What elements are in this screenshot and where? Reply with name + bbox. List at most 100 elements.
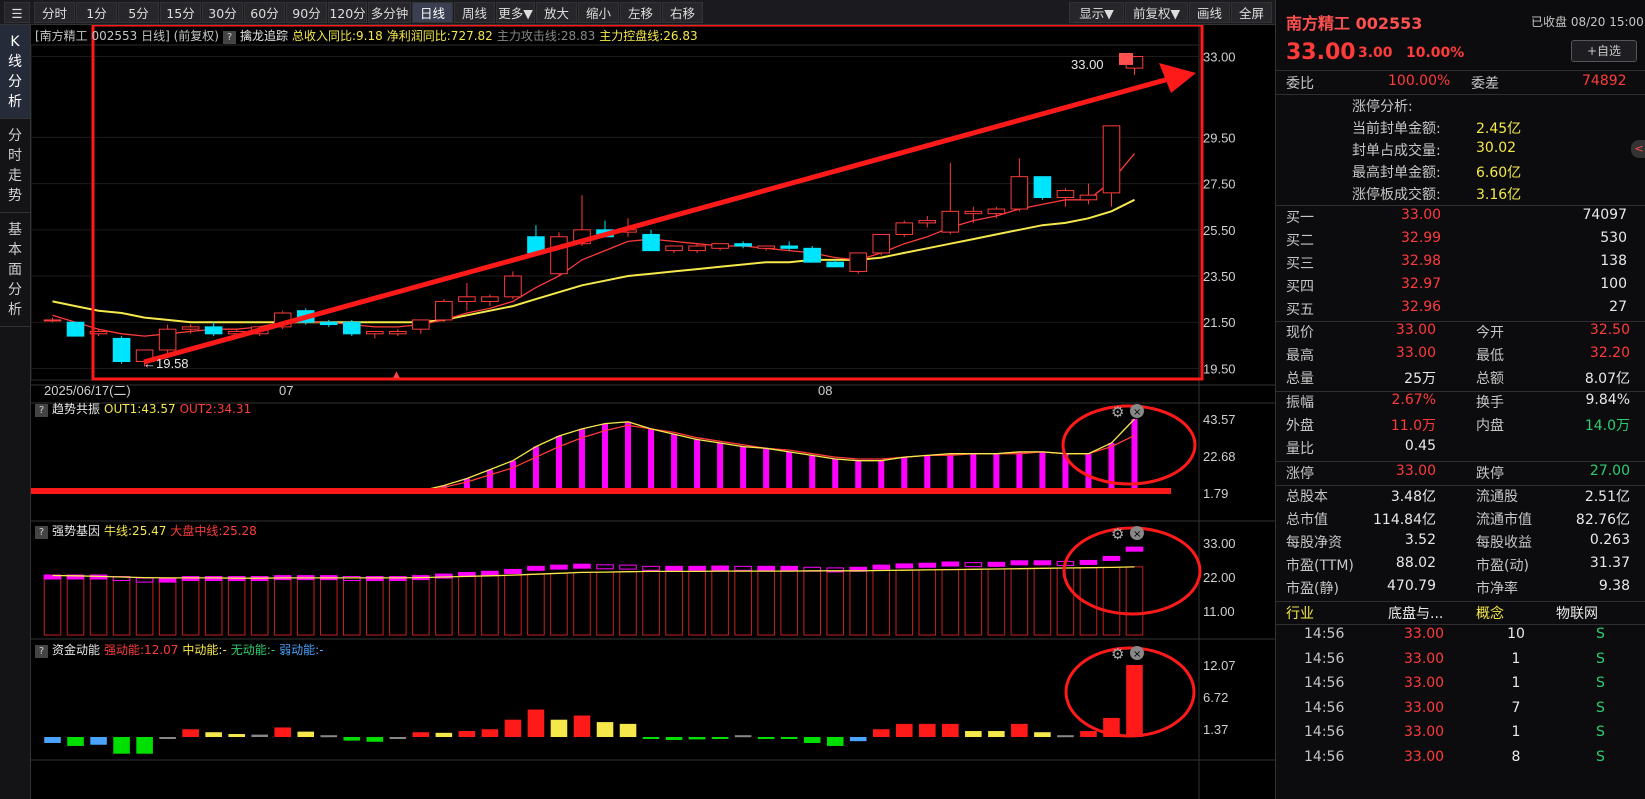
candle-body (319, 321, 338, 326)
indicator-param: OUT2:34.31 (179, 402, 252, 416)
panel4-bar (458, 731, 476, 737)
panel4-bar (596, 722, 614, 737)
panel3-bar (1033, 567, 1052, 636)
toolbar-btn-14[interactable]: 左移 (620, 2, 661, 23)
toolbar-btn-6[interactable]: 90分 (286, 2, 327, 23)
left-nav-tab-1[interactable]: 分时走势 (0, 119, 30, 213)
panel3-bar (895, 569, 914, 636)
toolbar-btn-0[interactable]: 分时 (34, 2, 75, 23)
panel3-bull-mark (596, 564, 614, 570)
toolbar-right-btn-2[interactable]: 画线 (1189, 2, 1230, 23)
toolbar-btn-2[interactable]: 5分 (118, 2, 159, 23)
chart-area: 33.00 ←19.58 33.00 29.50 27.50 25.50 23.50 21.5… (31, 25, 1275, 799)
help-icon[interactable]: ? (35, 404, 48, 417)
left-nav-tab-2[interactable]: 基本面分析 (0, 213, 30, 327)
industry-tab-0[interactable]: 行业 (1286, 603, 1314, 623)
bid-label: 买一 (1286, 210, 1314, 226)
toolbar-btn-12[interactable]: 放大 (536, 2, 577, 23)
panel3-bar (964, 568, 983, 636)
limit-row-label: 封单占成交量: (1352, 143, 1441, 159)
fund-label: 市盈(TTM) (1286, 558, 1354, 574)
stock-name: 南方精工 002553 (1286, 14, 1423, 33)
close-icon-glyph: × (1133, 529, 1141, 540)
toolbar-btn-9[interactable]: 日线 (412, 2, 453, 23)
help-icon[interactable]: ? (222, 31, 236, 44)
panel3-bull-mark (757, 565, 775, 571)
industry-tab-1[interactable]: 底盘与... (1388, 603, 1443, 623)
panel4-bar (711, 737, 729, 739)
toolbar-btn-11[interactable]: 更多▼ (496, 2, 535, 23)
toolbar-btn-7[interactable]: 120分 (328, 2, 367, 23)
toolbar-btn-5[interactable]: 60分 (244, 2, 285, 23)
toolbar-right-btn-1[interactable]: 前复权▼ (1125, 2, 1188, 23)
help-icon[interactable]: ? (35, 526, 48, 539)
limit-row-label: 涨停板成交额: (1352, 187, 1441, 203)
bid-price: 32.96 (1401, 299, 1442, 315)
tick-volume: 7 (1511, 699, 1521, 716)
stat-label: 现价 (1286, 325, 1314, 341)
menu-icon[interactable]: ☰ (4, 2, 30, 23)
toolbar-btn-15[interactable]: 右移 (662, 2, 703, 23)
panel4-bar (919, 723, 936, 737)
panel3-bar (458, 575, 476, 636)
panel3-bull-mark (550, 564, 568, 570)
candle-body (872, 233, 891, 254)
toolbar-right-btn-3[interactable]: 全屏 (1231, 2, 1272, 23)
add-favorite-button[interactable]: +自选 (1571, 40, 1637, 62)
panel2-bar (602, 423, 609, 493)
stat-value: 14.0万 (1584, 418, 1630, 434)
panel3-bull-mark (780, 565, 798, 571)
limit-price-value: 27.00 (1589, 463, 1630, 479)
toolbar-right-btn-0[interactable]: 显示▼ (1069, 2, 1124, 23)
panel2-bar (1108, 443, 1115, 493)
fund-label: 流通股 (1476, 489, 1518, 505)
candle-body (803, 247, 821, 263)
main-title: [南方精工 002553 日线] (前复权) (35, 29, 219, 43)
tick-price: 33.00 (1404, 724, 1445, 740)
panel3-bar (987, 568, 1006, 636)
industry-tab-3[interactable]: 物联网 (1556, 603, 1598, 623)
panel3-bar (319, 577, 338, 636)
current-price: 33.00 (1286, 40, 1356, 65)
panel3-bull-mark (918, 562, 937, 568)
toolbar-btn-8[interactable]: 多分钟 (368, 2, 411, 23)
bid-volume: 27 (1609, 299, 1627, 315)
panel3-bar (342, 577, 361, 636)
panel3-bull-mark (1125, 546, 1144, 552)
toolbar-btn-13[interactable]: 缩小 (578, 2, 619, 23)
panel3-bar (481, 575, 499, 636)
panel4-bar (320, 735, 338, 738)
panel3-bar (435, 576, 453, 636)
candle-body (504, 275, 522, 298)
toolbar-btn-3[interactable]: 15分 (160, 2, 201, 23)
toolbar-btn-1[interactable]: 1分 (76, 2, 117, 23)
help-icon[interactable]: ? (35, 645, 48, 658)
x-label: 2025/06/17(二) (44, 383, 131, 398)
candle-body (1010, 176, 1029, 210)
panel2-bar (901, 457, 908, 493)
candle-body (458, 296, 476, 302)
panel4-y-tick: 1.37 (1203, 722, 1228, 737)
stat-label: 换手 (1476, 395, 1504, 411)
tick-time: 14:56 (1304, 748, 1345, 765)
stat-label: 总量 (1286, 371, 1314, 387)
panel4-bar (942, 723, 959, 737)
candle-body (918, 220, 937, 224)
bid-label: 买四 (1286, 279, 1314, 295)
toolbar-btn-4[interactable]: 30分 (202, 2, 243, 23)
tick-time: 14:56 (1304, 699, 1345, 716)
candle-body (66, 321, 85, 337)
panel3-bull-mark (527, 565, 545, 571)
candle-body (734, 243, 752, 247)
panel4-bar (504, 719, 522, 737)
candle-body (849, 252, 868, 272)
collapse-arrow-icon[interactable]: < (1631, 140, 1645, 158)
candle-body (435, 300, 453, 321)
industry-tab-2[interactable]: 概念 (1476, 603, 1504, 623)
fund-label: 每股净资 (1286, 535, 1342, 551)
candle-body (964, 210, 983, 215)
panel4-bar (1011, 723, 1028, 737)
toolbar-btn-10[interactable]: 周线 (454, 2, 495, 23)
left-nav-tab-0[interactable]: K线分析 (0, 25, 30, 119)
gear-icon: ⚙ (1111, 525, 1124, 543)
